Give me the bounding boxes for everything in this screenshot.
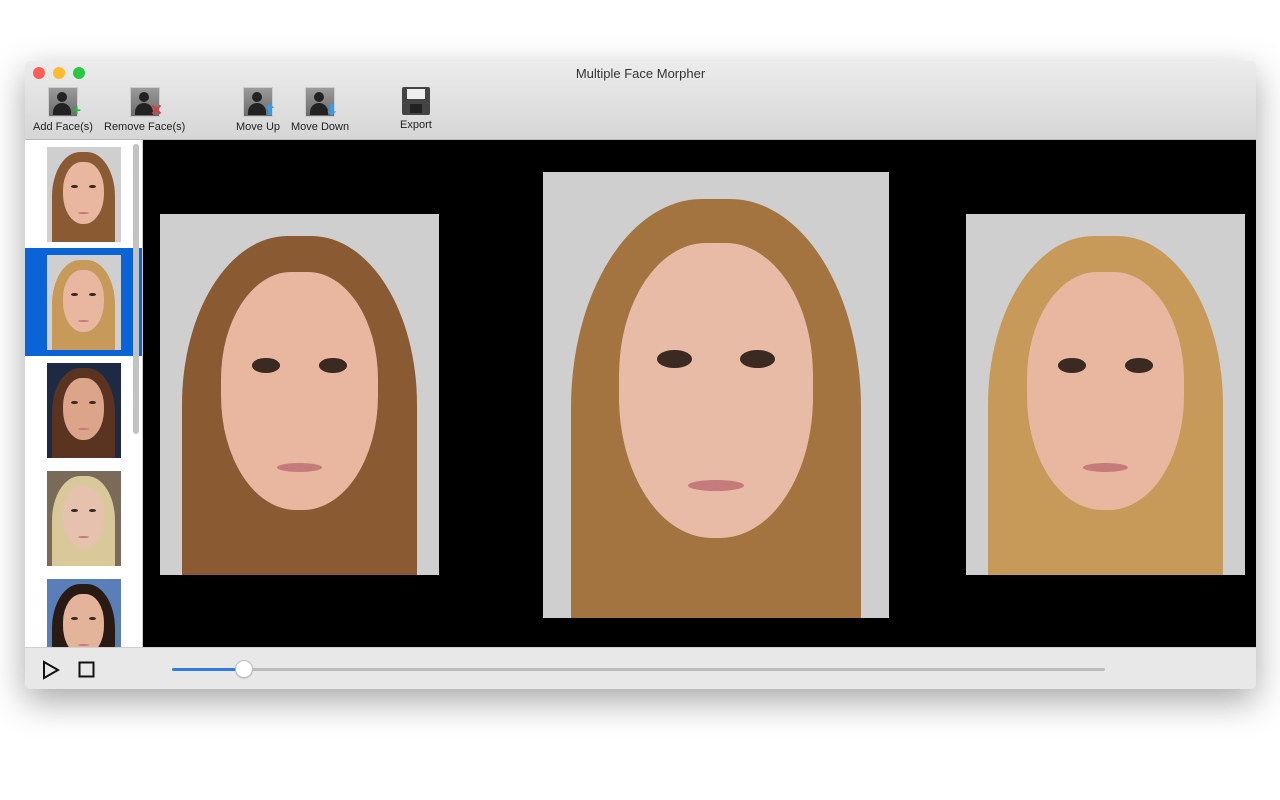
face-thumbnail	[46, 146, 121, 242]
move-up-button[interactable]: ⬆ Move Up	[236, 87, 280, 133]
source-face-image	[160, 214, 439, 575]
morphed-face-image	[543, 172, 889, 618]
slider-thumb[interactable]	[235, 661, 252, 677]
playback-bar	[25, 647, 1256, 689]
remove-faces-button[interactable]: ✕ Remove Face(s)	[104, 87, 185, 133]
move-down-icon: ⬇	[305, 87, 338, 119]
face-list	[25, 140, 143, 648]
list-item[interactable]	[25, 140, 142, 248]
morph-preview	[143, 140, 1256, 648]
window-title: Multiple Face Morpher	[575, 66, 706, 81]
list-item-selected[interactable]	[25, 248, 142, 356]
stop-icon[interactable]	[78, 661, 95, 678]
play-icon[interactable]	[42, 660, 60, 680]
add-faces-button[interactable]: + Add Face(s)	[33, 87, 93, 133]
face-thumbnail	[46, 254, 121, 350]
timeline-slider[interactable]	[172, 661, 1105, 677]
move-down-button[interactable]: ⬇ Move Down	[291, 87, 349, 133]
floppy-disk-icon	[401, 87, 430, 115]
list-item[interactable]	[25, 572, 142, 648]
scrollbar[interactable]	[133, 144, 139, 434]
add-user-icon: +	[47, 87, 81, 119]
face-thumbnail	[46, 578, 121, 648]
toolbar: Multiple Face Morpher + Add Face(s) ✕ Remo…	[25, 61, 1256, 140]
list-item[interactable]	[25, 356, 142, 464]
export-button[interactable]: Export	[400, 87, 432, 131]
app-window: Multiple Face Morpher + Add Face(s) ✕ Remo…	[25, 61, 1256, 689]
remove-user-icon: ✕	[129, 87, 163, 119]
face-thumbnail	[46, 362, 121, 458]
target-face-image	[966, 214, 1245, 575]
move-up-icon: ⬆	[243, 87, 276, 119]
face-thumbnail	[46, 470, 121, 566]
slider-fill	[172, 668, 244, 671]
list-item[interactable]	[25, 464, 142, 572]
